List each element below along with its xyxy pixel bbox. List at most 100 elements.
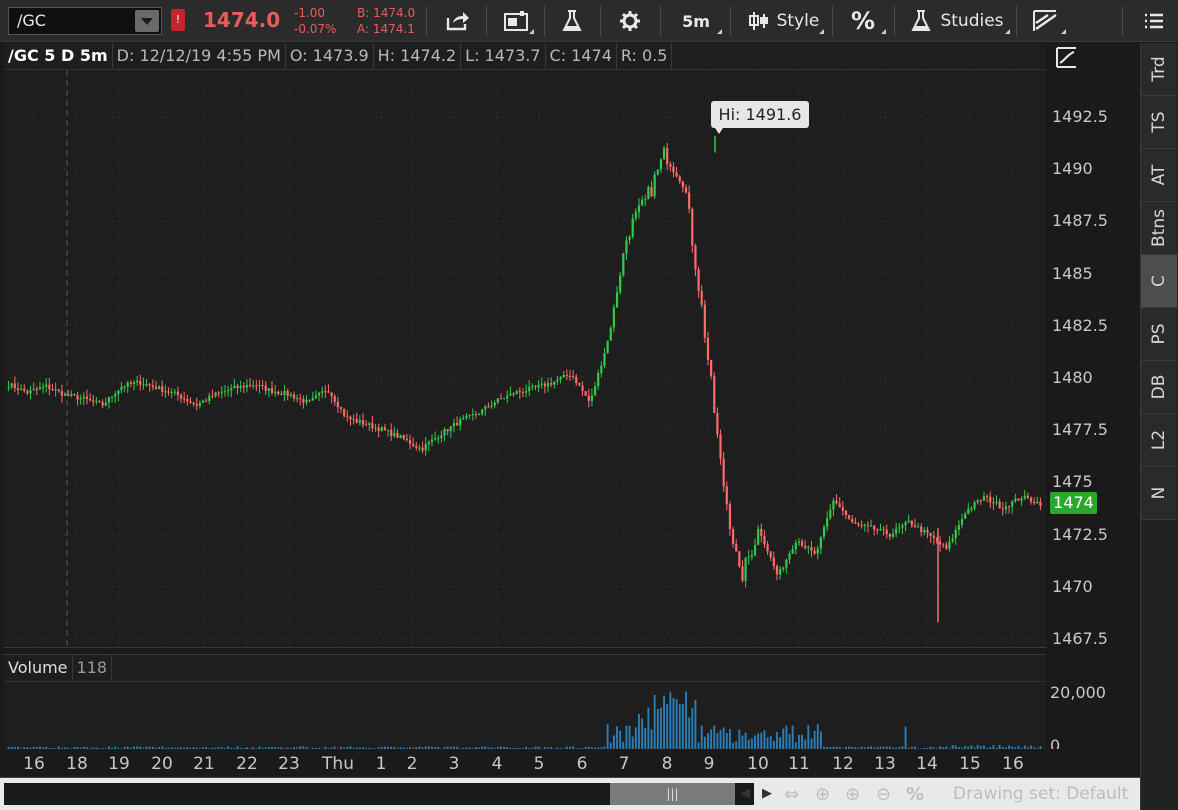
candle-body — [945, 544, 948, 549]
style-menu[interactable]: Style — [740, 5, 826, 37]
candle-body — [606, 340, 609, 354]
zoom-out-icon[interactable]: ⊖ — [876, 784, 891, 805]
volume-tick-max: 20,000 — [1050, 683, 1106, 702]
candle-body — [333, 396, 336, 402]
candle-body — [455, 423, 459, 426]
menu-button[interactable] — [1136, 5, 1172, 37]
volume-chart[interactable] — [4, 683, 1046, 749]
side-tab-db[interactable]: DB — [1141, 361, 1177, 414]
drawing-set-icon[interactable] — [1054, 44, 1080, 70]
candle-body — [189, 401, 192, 403]
candle-body — [1011, 501, 1014, 507]
scroll-left-arrow[interactable]: ◀ — [735, 783, 755, 805]
candle-body — [788, 553, 791, 560]
candle-body — [487, 406, 490, 408]
side-tab-btns[interactable]: Btns — [1141, 202, 1177, 255]
volume-bar — [716, 732, 719, 749]
bar-low: L: 1473.7 — [461, 43, 546, 69]
side-tab-n[interactable]: N — [1141, 467, 1177, 520]
candle-body — [622, 253, 625, 276]
volume-bar — [625, 725, 628, 749]
alert-flag-icon[interactable]: ! — [171, 9, 185, 31]
side-tab-trd[interactable]: Trd — [1141, 43, 1177, 96]
percent-icon[interactable]: % — [906, 784, 924, 805]
candle-body — [117, 390, 120, 395]
volume-bar — [710, 729, 713, 749]
candle-body — [490, 405, 493, 407]
chevron-corner-icon — [881, 29, 886, 34]
candle-body — [252, 385, 255, 387]
studies-menu[interactable]: Studies — [902, 5, 1012, 37]
candle-body — [468, 414, 471, 416]
candle-body — [427, 442, 430, 445]
candle-body — [546, 382, 550, 387]
side-tab-c[interactable]: C — [1141, 255, 1177, 308]
symbol-selector[interactable]: /GC — [8, 7, 162, 35]
candle-body — [653, 174, 656, 197]
price-tick-label: 1477.5 — [1052, 420, 1108, 440]
scroll-thumb[interactable]: ||| — [610, 783, 735, 805]
candle-body — [296, 398, 299, 400]
percent-toggle[interactable]: % — [838, 5, 888, 37]
volume-bar — [688, 717, 691, 749]
drawings-menu[interactable] — [1024, 5, 1068, 37]
candle-body — [1007, 506, 1011, 508]
candle-body — [208, 395, 211, 401]
candle-body — [314, 395, 318, 398]
candle-body — [741, 566, 744, 581]
price-chart[interactable] — [4, 70, 1046, 648]
chevron-down-icon[interactable] — [135, 10, 159, 32]
candle-body — [957, 524, 960, 530]
bar-open: O: 1473.9 — [286, 43, 374, 69]
candle-body — [73, 393, 76, 396]
price-tick-label: 1492.5 — [1052, 107, 1108, 126]
volume-value: 118 — [73, 655, 113, 681]
crosshair-icon[interactable]: ⊕ — [815, 784, 830, 805]
chart-info-bar: /GC 5 D 5m D: 12/12/19 4:55 PM O: 1473.9… — [4, 43, 1046, 70]
candle-body — [164, 391, 167, 393]
candle-body — [26, 391, 29, 394]
chevron-corner-icon — [717, 29, 722, 34]
candle-body — [982, 496, 986, 501]
side-tab-ts[interactable]: TS — [1141, 96, 1177, 149]
candle-body — [578, 383, 581, 386]
candle-body — [697, 269, 700, 291]
candle-body — [597, 373, 600, 387]
candle-body — [76, 395, 79, 400]
zoom-in-icon[interactable]: ⊕ — [845, 784, 860, 805]
candle-body — [888, 534, 891, 537]
candle-body — [700, 290, 703, 305]
volume-bar — [634, 727, 637, 749]
volume-bar — [816, 724, 819, 749]
time-tick-label: 15 — [959, 754, 981, 774]
interval-selector[interactable]: 5m — [668, 5, 724, 37]
volume-bar — [804, 739, 807, 749]
candlestick-chart[interactable] — [4, 70, 1046, 648]
settings-button[interactable] — [610, 5, 650, 37]
scroll-right-arrow[interactable]: ▶ — [757, 783, 777, 805]
candle-body — [973, 502, 976, 509]
candle-body — [330, 392, 333, 397]
candle-body — [534, 386, 537, 388]
toolbar-divider — [660, 6, 661, 36]
flask-icon — [911, 10, 932, 31]
price-tick-label: 1470 — [1052, 576, 1093, 596]
side-tab-at[interactable]: AT — [1141, 149, 1177, 202]
side-tab-l2[interactable]: L2 — [1141, 414, 1177, 467]
scroll-chart-icon[interactable]: ⇔ — [784, 784, 799, 805]
candle-body — [317, 392, 321, 396]
volume-bar — [616, 726, 618, 749]
time-tick-label: 16 — [23, 754, 45, 774]
flask-icon — [562, 10, 582, 31]
candle-body — [537, 384, 540, 388]
side-tab-ps[interactable]: PS — [1141, 308, 1177, 361]
screenshot-button[interactable] — [496, 5, 536, 37]
share-button[interactable] — [438, 5, 478, 37]
candle-body — [493, 402, 496, 406]
candle-body — [443, 429, 446, 436]
candle-body — [738, 551, 741, 567]
strategy-lab-button[interactable] — [552, 5, 592, 37]
time-tick-label: 18 — [66, 754, 88, 774]
candle-body — [869, 525, 873, 527]
candle-body — [183, 398, 186, 400]
